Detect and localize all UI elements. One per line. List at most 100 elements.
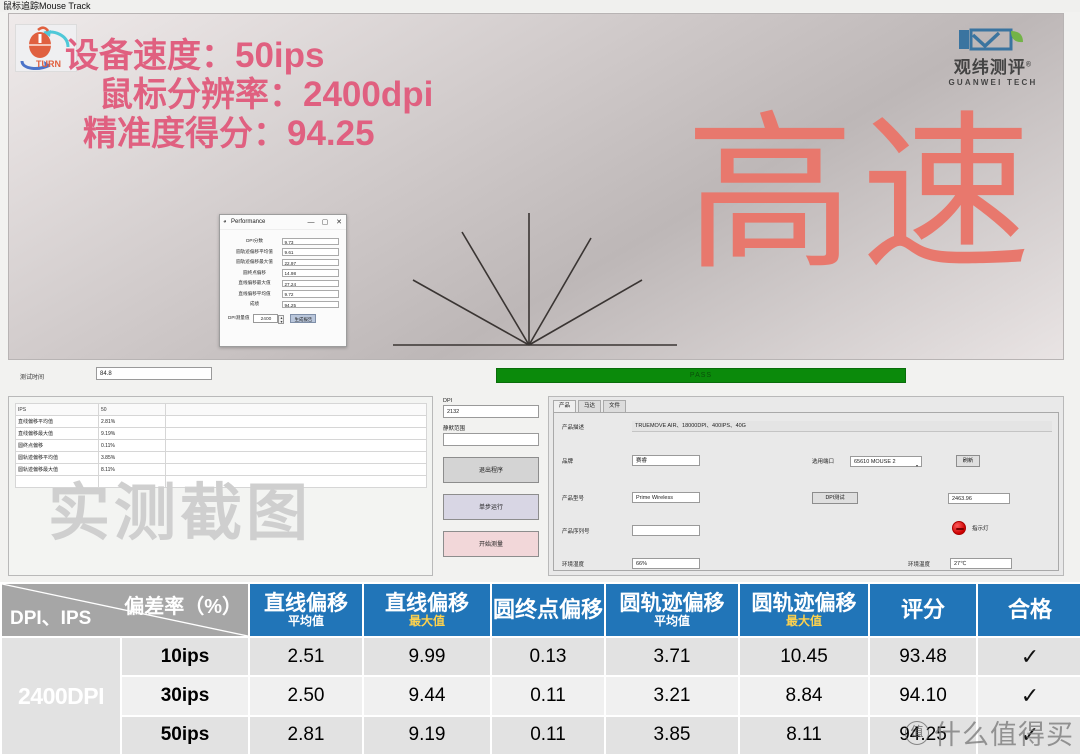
table-header-row: 偏差率（%） DPI、IPS 直线偏移 平均值 直线偏移 最大值 圆终点偏移 圆… <box>2 584 1080 637</box>
table-row: 2400DPI 10ips 2.51 9.99 0.13 3.71 10.45 … <box>2 638 1080 754</box>
brand-label: 品牌 <box>562 458 574 465</box>
grid-cell-label: 圆终点偏移 <box>15 439 99 452</box>
close-icon[interactable]: ✕ <box>332 216 346 229</box>
guanwei-logo-en: GUANWEI TECH <box>948 78 1038 87</box>
cell-pass-check: ✓ <box>978 677 1080 715</box>
dpi-measure-value: 2400 <box>260 316 272 322</box>
cell-circle-max: 8.84 <box>740 677 868 715</box>
headline-score-value: 94.25 <box>287 114 375 154</box>
start-measure-button[interactable]: 开始测量 <box>443 531 539 557</box>
corner-bottom-label: DPI、IPS <box>10 608 92 630</box>
cell-circle-avg: 3.71 <box>606 638 738 676</box>
cell-line-max: 9.44 <box>364 677 490 715</box>
dpi-input[interactable]: 2132 <box>443 405 539 418</box>
table-row: 30ips 2.50 9.44 0.11 3.21 8.84 94.10 ✓ <box>2 677 1080 715</box>
grid-cell-label: 直线偏移最大值 <box>15 427 99 440</box>
grid-cell-extra <box>165 439 427 452</box>
temperature-input[interactable]: 27℃ <box>950 558 1012 569</box>
table-row: 圆终点偏移 0.11% <box>15 439 427 452</box>
table-row: 直线偏移最大值 9.19% <box>15 427 427 440</box>
silence-range-input[interactable] <box>443 433 539 446</box>
tab-file[interactable]: 文件 <box>603 400 627 412</box>
headline-dpi-value: 2400dpi <box>303 75 434 115</box>
metric-value[interactable]: 9.72 <box>282 290 339 298</box>
metric-row: 成绩 94.25 <box>227 299 339 310</box>
headline-speed-label: 设备速度： <box>65 37 235 75</box>
serial-input[interactable] <box>632 525 700 536</box>
metric-label: 圆轨迹偏移平均值 <box>236 248 273 254</box>
cell-line-max: 9.19 <box>364 716 490 754</box>
metric-label: 成绩 <box>249 301 260 307</box>
port-select[interactable]: 65610 MOUSE 2 ▾ <box>850 455 922 468</box>
grid-cell-extra <box>165 415 427 428</box>
metric-label: 直线偏移最大值 <box>238 280 271 286</box>
generate-report-button[interactable]: 生成报告 <box>290 313 317 323</box>
dpi-test-button[interactable]: DPI测试 <box>812 492 858 504</box>
cell-line-avg: 2.81 <box>250 716 362 754</box>
metric-row: 直线偏移最大值 27.24 <box>227 278 339 289</box>
column-header-circle-avg: 圆轨迹偏移 平均值 <box>606 584 738 637</box>
column-header-line-max: 直线偏移 最大值 <box>364 584 490 637</box>
guanwei-logo-cn: 观纬测评® <box>953 58 1033 77</box>
grid-cell-label: 直线偏移平均值 <box>15 415 99 428</box>
cell-circle-end: 0.11 <box>492 677 604 715</box>
window-title: 鼠标追踪Mouse Track <box>0 0 1080 12</box>
mouse-track-canvas: TURN 设备速度：50ips 鼠标分辨率：2400dpi 精准度得分：94.2… <box>8 13 1064 360</box>
chevron-down-icon: ▾ <box>915 462 918 468</box>
grid-header-cell <box>165 403 427 416</box>
headline-speed-value: 50ips <box>235 36 325 75</box>
metric-value[interactable]: 9.61 <box>282 248 339 256</box>
minimize-icon[interactable]: — <box>304 216 318 229</box>
refresh-button[interactable]: 刷新 <box>956 455 980 467</box>
pass-status-bar: PASS <box>496 368 906 383</box>
tab-motor[interactable]: 马达 <box>578 400 602 412</box>
grid-header-cell: 50 <box>98 403 166 416</box>
metric-value[interactable]: 22.97 <box>282 258 339 266</box>
model-input[interactable]: Prime Wireless <box>632 492 700 503</box>
metric-row: DPI分数 9.73 <box>227 236 339 247</box>
product-desc-input[interactable]: TRUEMOVE AIR、18000DPI、400IPS、40G <box>632 421 1052 432</box>
tab-product[interactable]: 产品 <box>553 400 577 412</box>
metric-value[interactable]: 94.25 <box>282 300 339 308</box>
smzdm-logo-icon: 值 <box>905 720 929 745</box>
row-ips: 10ips <box>122 638 248 676</box>
temperature-label: 环境温度 <box>908 561 931 568</box>
product-panel: 产品 马达 文件 产品描述 TRUEMOVE AIR、18000DPI、400I… <box>548 396 1064 576</box>
port-label: 选用端口 <box>812 459 835 465</box>
single-step-button[interactable]: 单步运行 <box>443 494 539 520</box>
performance-dialog: ◕ Performance — ▢ ✕ DPI分数 9.73 圆轨迹偏移平均值 … <box>219 214 347 347</box>
model-label: 产品型号 <box>562 495 585 502</box>
svg-text:TURN: TURN <box>36 59 61 69</box>
stepper-arrows-icon[interactable]: ▴ ▾ <box>278 314 285 324</box>
port-select-value: 65610 MOUSE 2 <box>854 458 896 465</box>
dpi-measure-stepper[interactable]: 2400 ▴ ▾ <box>253 313 285 324</box>
grid-cell-value: 0.11% <box>98 439 166 452</box>
screenshot-root: 鼠标追踪Mouse Track TURN 设备速度：50ips 鼠标分辨率：24… <box>0 0 1080 756</box>
humidity-input[interactable]: 66% <box>632 558 700 569</box>
smzdm-watermark-text: 什么值得买 <box>934 720 1074 750</box>
serial-label: 产品序列号 <box>562 528 590 535</box>
exit-program-button[interactable]: 退出程序 <box>443 457 539 483</box>
performance-footer: DPI测量值 2400 ▴ ▾ 生成报告 <box>220 310 346 324</box>
cell-score: 93.48 <box>870 638 976 676</box>
app-icon: ◕ <box>223 219 227 225</box>
metric-value[interactable]: 9.73 <box>282 237 339 245</box>
column-header-circle-max: 圆轨迹偏移 最大值 <box>740 584 868 637</box>
cell-line-max: 9.99 <box>364 638 490 676</box>
humidity-label: 环境湿度 <box>562 561 585 568</box>
dpi-test-value[interactable]: 2463.96 <box>948 492 1010 504</box>
maximize-icon[interactable]: ▢ <box>318 216 332 229</box>
headline-block: 设备速度：50ips 鼠标分辨率：2400dpi 精准度得分：94.25 <box>65 36 433 154</box>
control-column: DPI 2132 静默范围 退出程序 单步运行 开始测量 <box>440 396 542 576</box>
brand-input[interactable]: 赛睿 <box>632 455 700 466</box>
column-header-circle-end: 圆终点偏移 <box>492 584 604 637</box>
metric-value[interactable]: 14.98 <box>282 269 339 277</box>
summary-corner-cell: 偏差率（%） DPI、IPS <box>2 584 248 637</box>
test-time-input[interactable]: 84.8 <box>96 367 212 380</box>
cell-circle-max: 8.11 <box>740 716 868 754</box>
metric-value[interactable]: 27.24 <box>282 279 339 287</box>
cell-circle-end: 0.11 <box>492 716 604 754</box>
metric-row: 圆轨迹偏移平均值 9.61 <box>227 247 339 258</box>
table-row: IPS 50 <box>15 403 427 416</box>
guanwei-logo: 观纬测评® GUANWEI TECH <box>931 27 1055 87</box>
